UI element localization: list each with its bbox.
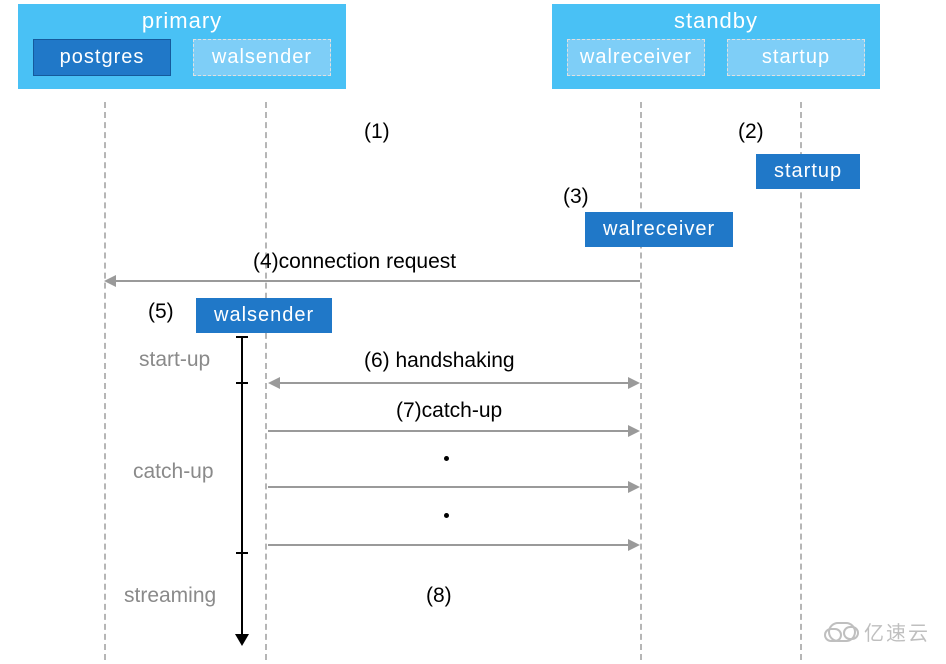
step-6-label: (6) handshaking [364, 349, 515, 373]
watermark-text: 亿速云 [864, 617, 930, 646]
standby-title: standby [553, 5, 879, 39]
arrow-catchup-1 [268, 430, 630, 432]
step-2: (2) [738, 120, 764, 144]
arrow-catchup-2-head [628, 481, 640, 493]
arrow-catchup-2 [268, 486, 630, 488]
process-walsender-slot: walsender [193, 39, 331, 76]
phase-startup: start-up [139, 348, 210, 372]
phase-arrow-head [235, 634, 249, 646]
lifeline-postgres [104, 102, 106, 660]
arrow-connection-request-head [104, 275, 116, 287]
step-8: (8) [426, 584, 452, 608]
step-1: (1) [364, 120, 390, 144]
arrow-handshaking [280, 382, 630, 384]
spawn-walreceiver: walreceiver [585, 212, 733, 247]
phase-streaming: streaming [124, 584, 216, 608]
arrow-catchup-3 [268, 544, 630, 546]
ellipsis-dot-2 [444, 513, 449, 518]
phase-arrow-tick-2 [236, 552, 248, 554]
cloud-icon [828, 622, 856, 642]
arrow-handshaking-head-l [268, 377, 280, 389]
standby-host: standby walreceiver startup [552, 4, 880, 89]
arrow-catchup-3-head [628, 539, 640, 551]
spawn-walsender: walsender [196, 298, 332, 333]
arrow-handshaking-head-r [628, 377, 640, 389]
phase-arrow-tick-1 [236, 382, 248, 384]
phase-catchup: catch-up [133, 460, 214, 484]
primary-host: primary postgres walsender [18, 4, 346, 89]
lifeline-walreceiver [640, 102, 642, 660]
watermark: 亿速云 [828, 617, 930, 646]
arrow-catchup-1-head [628, 425, 640, 437]
arrow-connection-request [116, 280, 640, 282]
process-startup-slot: startup [727, 39, 865, 76]
ellipsis-dot-1 [444, 456, 449, 461]
spawn-startup: startup [756, 154, 860, 189]
process-walreceiver-slot: walreceiver [567, 39, 705, 76]
primary-title: primary [19, 5, 345, 39]
sequence-diagram: primary postgres walsender standby walre… [0, 0, 946, 664]
phase-arrow [241, 336, 243, 636]
step-4-label: (4)connection request [253, 250, 456, 274]
step-3: (3) [563, 185, 589, 209]
process-postgres: postgres [33, 39, 171, 76]
step-5: (5) [148, 300, 174, 324]
step-7-label: (7)catch-up [396, 399, 502, 423]
lifeline-walsender [265, 102, 267, 660]
